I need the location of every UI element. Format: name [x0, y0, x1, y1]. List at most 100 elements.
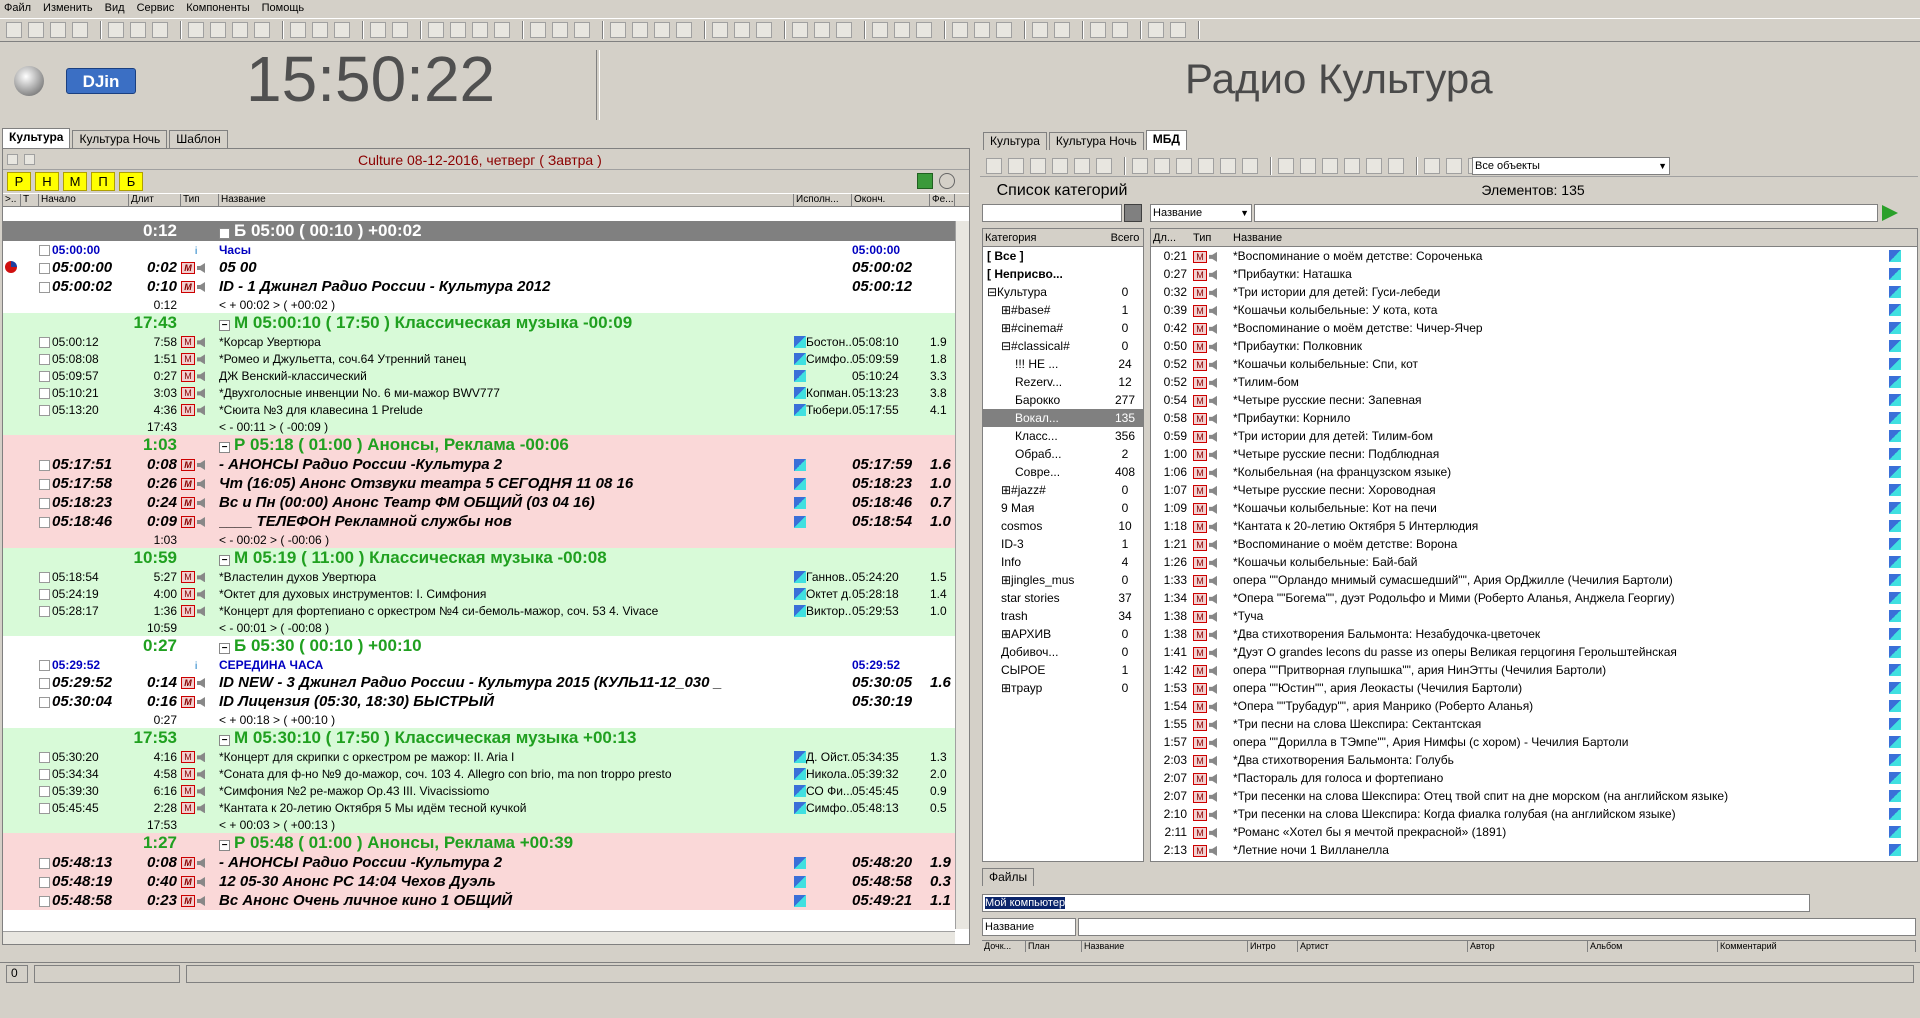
- object-filter-select[interactable]: Все объекты ▼: [1472, 157, 1670, 175]
- library-tool-icon[interactable]: [1300, 157, 1316, 174]
- toolbar-button-icon[interactable]: [370, 22, 386, 38]
- playlist-block-row[interactable]: 10:59 − М 05:19 ( 11:00 ) Классическая муз…: [3, 548, 955, 568]
- playlist-item-row[interactable]: 05:00:02 0:10 M ID - 1 Джингл Радио России …: [3, 277, 955, 296]
- row-checkbox[interactable]: [39, 516, 50, 528]
- row-checkbox[interactable]: [39, 571, 50, 583]
- element-row[interactable]: 0:21 M *Воспоминание о моём детстве: Сороч…: [1151, 247, 1917, 265]
- row-checkbox[interactable]: [39, 353, 50, 365]
- playlist-item-row[interactable]: 17:53 < + 00:03 > ( +00:13 ): [3, 816, 955, 833]
- playlist-item-row[interactable]: 05:30:20 4:16 M *Концерт для скрипки с орке…: [3, 748, 955, 765]
- toolbar-button-icon[interactable]: [188, 22, 204, 38]
- category-item[interactable]: Класс... 356: [983, 427, 1143, 445]
- library-tool-icon[interactable]: [1278, 157, 1294, 174]
- files-column-header[interactable]: Дочк...: [982, 941, 1026, 952]
- category-item[interactable]: Добивоч... 0: [983, 643, 1143, 661]
- toolbar-button-icon[interactable]: [756, 22, 772, 38]
- element-row[interactable]: 1:57 Mопера ""Дорилла в ТЭмпе"", Ария Ним…: [1151, 733, 1917, 751]
- toolbar-button-icon[interactable]: [290, 22, 306, 38]
- element-row[interactable]: 1:18 M *Кантата к 20-летию Октября 5 Интер…: [1151, 517, 1917, 535]
- category-item[interactable]: ID-3 1: [983, 535, 1143, 553]
- playlist-item-row[interactable]: 0:27 < + 00:18 > ( +00:10 ): [3, 711, 955, 728]
- toolbar-button-icon[interactable]: [312, 22, 328, 38]
- column-header[interactable]: Название: [219, 194, 794, 206]
- element-row[interactable]: 2:03 M *Два стихотворения Бальмонта: Голуб…: [1151, 751, 1917, 769]
- prev-day-icon[interactable]: [7, 153, 18, 165]
- toolbar-button-icon[interactable]: [734, 22, 750, 38]
- element-row[interactable]: 1:54 M *Опера ""Трубадур"", ария Манрико (…: [1151, 697, 1917, 715]
- library-tool-icon[interactable]: [1154, 157, 1170, 174]
- category-item[interactable]: trash 34: [983, 607, 1143, 625]
- playlist-item-row[interactable]: 17:43 < - 00:11 > ( -00:09 ): [3, 418, 955, 435]
- files-column-header[interactable]: Альбом: [1588, 941, 1718, 952]
- row-checkbox[interactable]: [39, 244, 50, 256]
- tab-right-1[interactable]: Культура Ночь: [1048, 132, 1144, 150]
- playlist-item-row[interactable]: 10:59 < - 00:01 > ( -00:08 ): [3, 619, 955, 636]
- playlist-item-row[interactable]: 05:34:34 4:58 M *Соната для ф-но №9 до-мажо…: [3, 765, 955, 782]
- column-header[interactable]: >..: [3, 194, 21, 206]
- tab-left-0[interactable]: Культура: [2, 128, 71, 148]
- library-tool-icon[interactable]: [1388, 157, 1404, 174]
- row-checkbox[interactable]: [39, 802, 50, 814]
- toolbar-button-icon[interactable]: [676, 22, 692, 38]
- toolbar-button-icon[interactable]: [210, 22, 226, 38]
- playlist-item-row[interactable]: 05:17:58 0:26 M Чт (16:05) Анонс Отзвуки те…: [3, 474, 955, 493]
- row-checkbox[interactable]: [39, 659, 50, 671]
- toolbar-button-icon[interactable]: [1090, 22, 1106, 38]
- toolbar-button-icon[interactable]: [530, 22, 546, 38]
- row-checkbox[interactable]: [39, 370, 50, 382]
- toolbar-button-icon[interactable]: [574, 22, 590, 38]
- category-search-input[interactable]: [982, 204, 1122, 222]
- category-item[interactable]: ⊞jingles_mus 0: [983, 571, 1143, 589]
- toolbar-button-icon[interactable]: [632, 22, 648, 38]
- block-type-button[interactable]: П: [91, 172, 115, 191]
- library-tool-icon[interactable]: [1242, 157, 1258, 174]
- category-item[interactable]: Rezerv... 12: [983, 373, 1143, 391]
- element-row[interactable]: 1:55 M *Три песни на слова Шекспира: Секта…: [1151, 715, 1917, 733]
- category-item[interactable]: Обраб... 2: [983, 445, 1143, 463]
- element-row[interactable]: 2:10 M *Три песенки на слова Шекспира: Ког…: [1151, 805, 1917, 823]
- toolbar-button-icon[interactable]: [836, 22, 852, 38]
- category-item[interactable]: Вокал... 135: [983, 409, 1143, 427]
- toolbar-button-icon[interactable]: [130, 22, 146, 38]
- type-col-header[interactable]: Тип: [1193, 232, 1233, 244]
- elements-search-input[interactable]: [1254, 204, 1878, 222]
- block-type-button[interactable]: М: [63, 172, 87, 191]
- row-checkbox[interactable]: [39, 281, 50, 293]
- column-header[interactable]: Фе...: [930, 194, 955, 206]
- files-sort-select[interactable]: Название: [982, 918, 1076, 936]
- toolbar-button-icon[interactable]: [552, 22, 568, 38]
- row-checkbox[interactable]: [39, 478, 50, 490]
- row-checkbox[interactable]: [39, 895, 50, 907]
- element-row[interactable]: 0:50 M *Прибаутки: Полковник: [1151, 337, 1917, 355]
- element-row[interactable]: 1:09 M *Кошачьи колыбельные: Кот на печи: [1151, 499, 1917, 517]
- element-row[interactable]: 0:39 M *Кошачьи колыбельные: У кота, кота: [1151, 301, 1917, 319]
- library-tool-icon[interactable]: [1074, 157, 1090, 174]
- row-checkbox[interactable]: [39, 387, 50, 399]
- category-item[interactable]: star stories 37: [983, 589, 1143, 607]
- library-tool-icon[interactable]: [1446, 157, 1462, 174]
- element-row[interactable]: 1:38 M *Туча: [1151, 607, 1917, 625]
- tab-files[interactable]: Файлы: [982, 868, 1035, 886]
- collapse-icon[interactable]: −: [219, 840, 230, 851]
- playlist-item-row[interactable]: 05:29:52 i СЕРЕДИНА ЧАСА 05:29:52: [3, 656, 955, 673]
- files-search-input[interactable]: [1078, 918, 1916, 936]
- playlist-item-row[interactable]: 05:00:12 7:58 M *Корсар Увертюра Бостон... 05…: [3, 333, 955, 350]
- library-tool-icon[interactable]: [1220, 157, 1236, 174]
- toolbar-button-icon[interactable]: [916, 22, 932, 38]
- element-row[interactable]: 2:13 M *Летние ночи 1 Вилланелла: [1151, 841, 1917, 859]
- column-header[interactable]: Исполн...: [794, 194, 852, 206]
- duration-col-header[interactable]: Дл...: [1151, 232, 1193, 244]
- toolbar-button-icon[interactable]: [952, 22, 968, 38]
- element-row[interactable]: 2:11 M *Романс «Хотел бы я мечтой прекрасн…: [1151, 823, 1917, 841]
- library-tool-icon[interactable]: [1096, 157, 1112, 174]
- playlist-item-row[interactable]: 05:28:17 1:36 M *Концерт для фортепиано с о…: [3, 602, 955, 619]
- playlist-item-row[interactable]: 05:29:52 0:14 M ID NEW - 3 Джингл Радио Рос…: [3, 673, 955, 692]
- toolbar-button-icon[interactable]: [50, 22, 66, 38]
- row-checkbox[interactable]: [39, 336, 50, 348]
- files-column-header[interactable]: Интро: [1248, 941, 1298, 952]
- element-row[interactable]: 1:26 M *Кошачьи колыбельные: Бай-бай: [1151, 553, 1917, 571]
- row-checkbox[interactable]: [39, 497, 50, 509]
- play-search-icon[interactable]: [1882, 205, 1898, 221]
- toolbar-button-icon[interactable]: [894, 22, 910, 38]
- row-checkbox[interactable]: [39, 876, 50, 888]
